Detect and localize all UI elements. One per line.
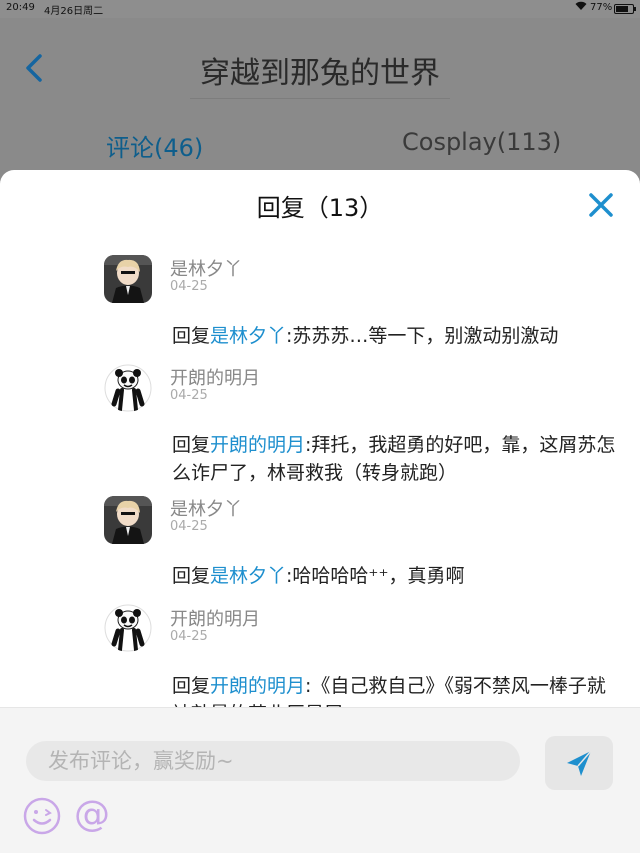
battery-icon <box>614 4 636 14</box>
reply-target-link[interactable]: 是林夕丫 <box>210 325 286 347</box>
reply-date: 04-25 <box>170 519 208 534</box>
replies-sheet: 回复（13） 是林夕丫 04-25 回复是林夕丫:苏苏苏…等一下，别激动别激动 … <box>0 170 640 853</box>
reply-date: 04-25 <box>170 388 208 403</box>
emoji-button[interactable] <box>22 796 62 836</box>
title-divider <box>190 98 450 99</box>
battery-percent: 77% <box>590 2 613 13</box>
page-background: 穿越到那兔的世界 评论(46) Cosplay(113) <box>0 18 640 178</box>
comment-bar: @ <box>0 707 640 853</box>
battery-fill <box>616 6 629 12</box>
reply-content: :哈哈哈哈⁺⁺，真勇啊 <box>286 565 465 587</box>
tab-cosplay[interactable]: Cosplay(113) <box>402 128 561 156</box>
anime-boy-avatar[interactable] <box>104 255 152 303</box>
reply-username[interactable]: 开朗的明月 <box>170 605 260 631</box>
page-title: 穿越到那兔的世界 <box>200 56 440 91</box>
panda-meme-avatar[interactable] <box>104 604 152 652</box>
tab-comments[interactable]: 评论(46) <box>106 128 203 163</box>
mention-button[interactable]: @ <box>74 794 110 835</box>
reply-date: 04-25 <box>170 279 208 294</box>
reply-text: 回复是林夕丫:苏苏苏…等一下，别激动别激动 <box>172 322 618 350</box>
reply-username[interactable]: 是林夕丫 <box>170 255 242 281</box>
reply-text: 回复开朗的明月:拜托，我超勇的好吧，靠，这屑苏怎么诈尸了，林哥救我（转身就跑） <box>172 431 618 487</box>
reply-prefix: 回复 <box>172 325 211 347</box>
reply-prefix: 回复 <box>172 434 211 456</box>
status-bar: 20:49 4月26日周二 77% <box>0 0 640 18</box>
smiley-icon <box>23 797 61 835</box>
reply-text: 回复是林夕丫:哈哈哈哈⁺⁺，真勇啊 <box>172 562 618 590</box>
send-button[interactable] <box>545 736 613 790</box>
reply-username[interactable]: 是林夕丫 <box>170 495 242 521</box>
close-icon <box>589 193 613 217</box>
close-button[interactable] <box>584 188 618 222</box>
reply-username[interactable]: 开朗的明月 <box>170 364 260 390</box>
status-date: 4月26日周二 <box>44 6 104 17</box>
wifi-icon <box>575 1 587 14</box>
reply-target-link[interactable]: 是林夕丫 <box>210 565 286 587</box>
anime-boy-avatar[interactable] <box>104 496 152 544</box>
reply-prefix: 回复 <box>172 675 211 697</box>
reply-date: 04-25 <box>170 629 208 644</box>
reply-prefix: 回复 <box>172 565 211 587</box>
sheet-title: 回复（13） <box>256 194 384 222</box>
reply-list[interactable]: 是林夕丫 04-25 回复是林夕丫:苏苏苏…等一下，别激动别激动 开朗的明月 0… <box>0 250 640 707</box>
reply-target-link[interactable]: 开朗的明月 <box>210 675 305 697</box>
comment-input[interactable] <box>26 741 520 781</box>
send-icon <box>567 750 592 776</box>
reply-target-link[interactable]: 开朗的明月 <box>210 434 305 456</box>
reply-text: 回复开朗的明月:《自己救自己》《弱不禁风一棒子就被敲晕的苏北辰是屑 <box>172 672 618 707</box>
reply-content: :苏苏苏…等一下，别激动别激动 <box>286 325 559 347</box>
panda-meme-avatar[interactable] <box>104 364 152 412</box>
battery-nub <box>634 7 636 11</box>
status-time: 20:49 <box>6 2 35 13</box>
